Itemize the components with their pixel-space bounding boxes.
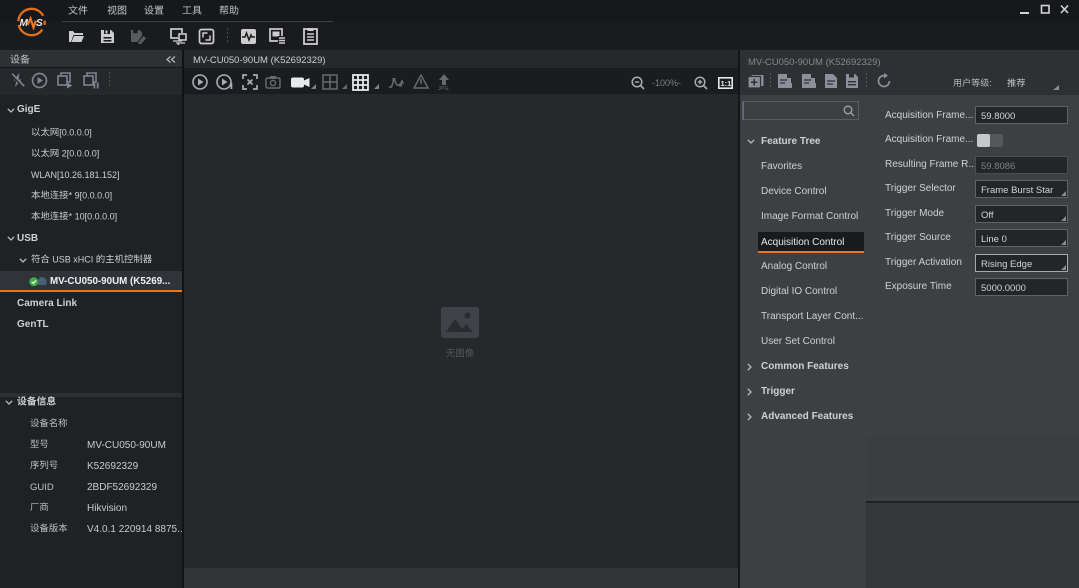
svg-text:S: S <box>36 18 43 29</box>
svg-text:USB xHCI: USB xHCI <box>50 254 96 264</box>
svg-text:[0.0.0.0]: [0.0.0.0] <box>59 127 92 137</box>
svg-text:* 10[0.0.0.0]: * 10[0.0.0.0] <box>69 211 118 221</box>
svg-text::: : <box>989 78 992 88</box>
svg-text:* 9[0.0.0.0]: * 9[0.0.0.0] <box>69 190 113 200</box>
svg-text:1:1: 1:1 <box>721 79 732 88</box>
svg-text:JPG: JPG <box>438 86 449 91</box>
svg-text:2[0.0.0.0]: 2[0.0.0.0] <box>59 148 99 158</box>
